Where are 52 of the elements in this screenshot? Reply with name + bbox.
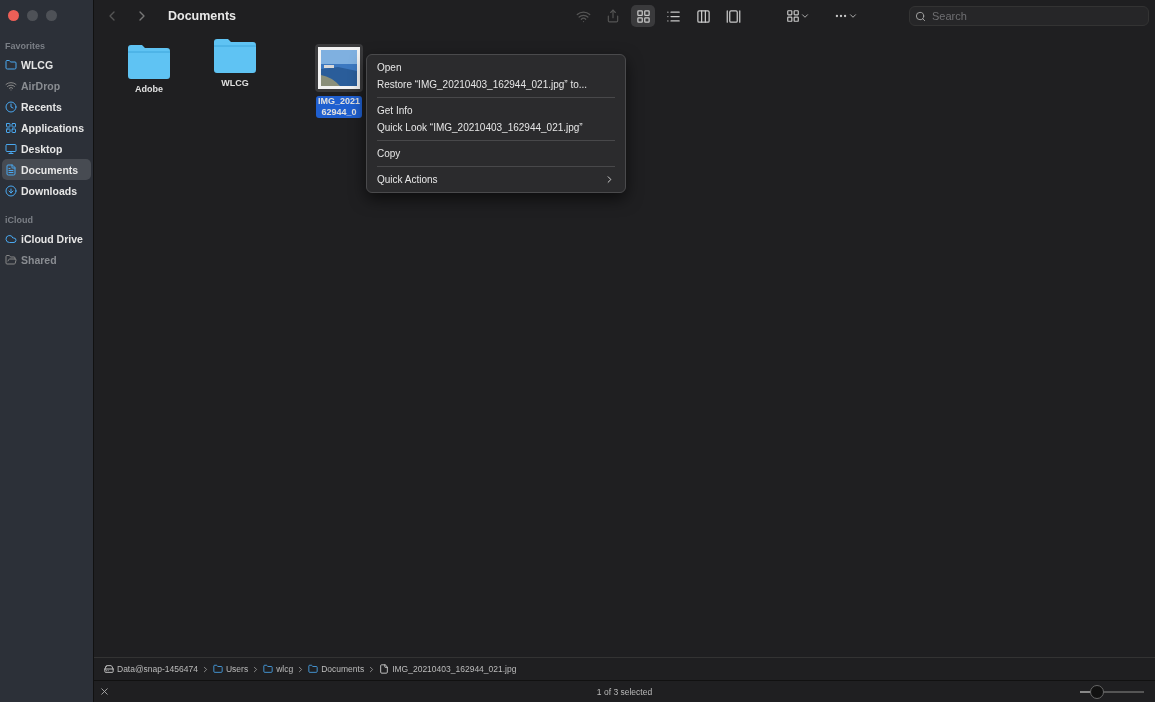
- apps-icon: [5, 121, 17, 134]
- path-crumb[interactable]: Documents: [308, 664, 365, 674]
- sidebar-item[interactable]: WLCG: [2, 54, 91, 75]
- path-crumb[interactable]: Data@snap-1456474: [104, 664, 198, 674]
- menu-item[interactable]: Quick Look “IMG_20210403_162944_021.jpg”: [367, 119, 625, 136]
- sidebar-item[interactable]: Documents: [2, 159, 91, 180]
- path-crumb[interactable]: wlcg: [263, 664, 294, 674]
- download-icon: [5, 184, 17, 197]
- sidebar-heading: iCloud: [4, 214, 34, 227]
- path-crumb[interactable]: IMG_20210403_162944_021.jpg: [379, 664, 517, 674]
- folder-icon: [126, 42, 172, 80]
- menu-item[interactable]: Restore “IMG_20210403_162944_021.jpg” to...: [367, 76, 625, 93]
- file-name[interactable]: IMG_2021 62944_0: [316, 96, 362, 118]
- sidebar-item[interactable]: Desktop: [2, 138, 91, 159]
- document-icon: [5, 163, 17, 176]
- menu-item[interactable]: Open: [367, 59, 625, 76]
- caret-icon: [800, 11, 810, 21]
- file-name[interactable]: WLCG: [219, 78, 251, 89]
- monitor-icon: [5, 142, 17, 155]
- file-name[interactable]: Adobe: [133, 84, 165, 95]
- caret-icon: [848, 11, 858, 21]
- search-field[interactable]: Search: [909, 6, 1149, 26]
- folder-icon: [5, 58, 17, 71]
- grid-icon: [635, 8, 651, 24]
- slider-thumb[interactable]: [1090, 684, 1104, 699]
- sidebar-heading: Favorites: [4, 40, 47, 53]
- columns-icon: [695, 8, 711, 24]
- window-title: Documents: [168, 9, 237, 23]
- clock-icon: [5, 100, 17, 113]
- folder-icon: [212, 664, 223, 674]
- close-window-button[interactable]: [8, 10, 19, 21]
- status-text: 1 of 3 selected: [596, 686, 653, 697]
- folder-icon: [308, 664, 319, 674]
- menu-item[interactable]: Get Info: [367, 102, 625, 119]
- close-icon[interactable]: [99, 686, 110, 697]
- view-mode-button[interactable]: [631, 5, 655, 27]
- menu-item[interactable]: Copy: [367, 145, 625, 162]
- sidebar-item[interactable]: Applications: [2, 117, 91, 138]
- share-icon: [606, 9, 620, 23]
- sidebar-item[interactable]: iCloud Drive: [2, 228, 91, 249]
- sidebar-item[interactable]: Downloads: [2, 180, 91, 201]
- file-icon: [379, 664, 390, 674]
- grid-icon: [786, 9, 800, 23]
- folder-icon: [5, 253, 17, 266]
- gallery-icon: [725, 8, 741, 24]
- folder-icon: [263, 664, 274, 674]
- menu-item[interactable]: Quick Actions: [367, 171, 625, 188]
- cloud-icon: [5, 232, 17, 245]
- path-crumb[interactable]: Users: [212, 664, 249, 674]
- folder-icon: [212, 36, 258, 74]
- sidebar-item[interactable]: Recents: [2, 96, 91, 117]
- list-icon: [665, 8, 681, 24]
